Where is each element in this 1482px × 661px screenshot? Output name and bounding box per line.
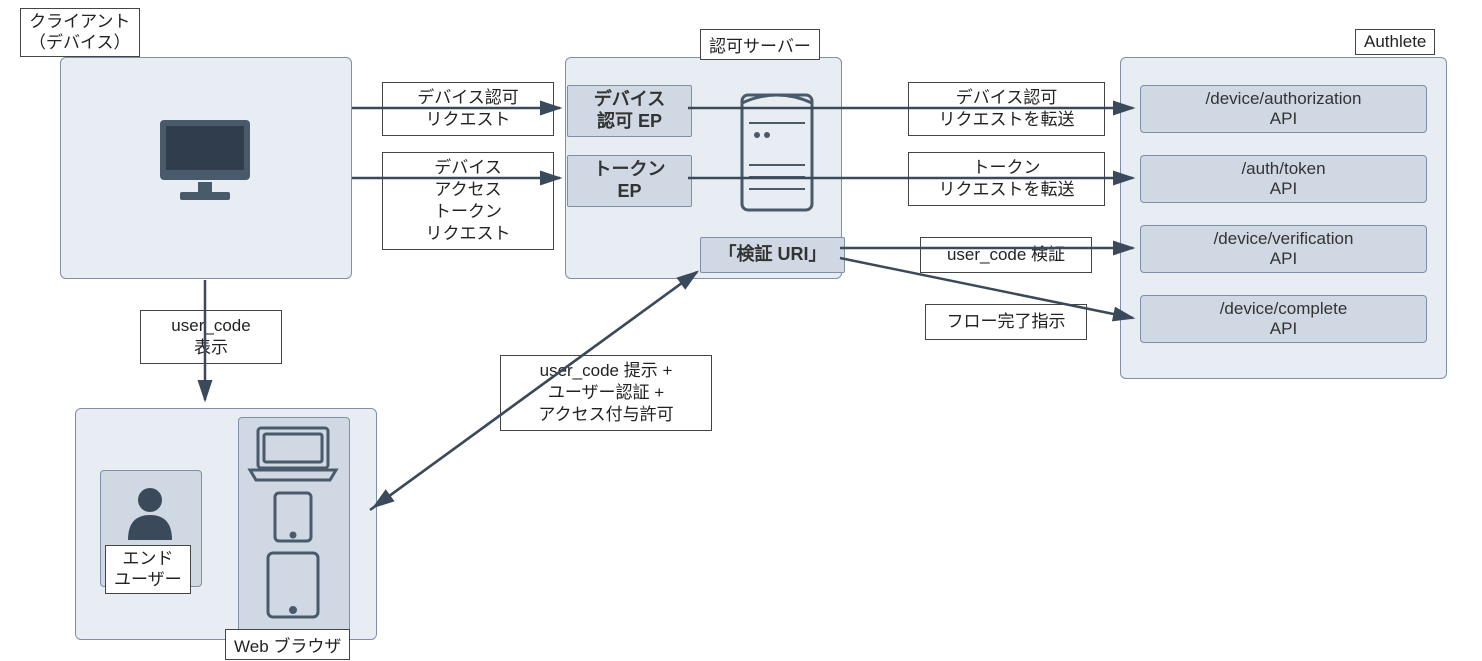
web-browser-inner [238, 417, 350, 634]
verification-uri-ep: 「検証 URI」 [700, 237, 845, 273]
token-ep: トークンEP [567, 155, 692, 207]
api-auth-token: /auth/tokenAPI [1140, 155, 1427, 203]
api-device-complete: /device/completeAPI [1140, 295, 1427, 343]
client-device-box [60, 57, 352, 279]
diagram-canvas: クライアント（デバイス） 認可サーバー デバイス認可 EP トークンEP 「検証… [0, 0, 1482, 661]
end-user-title: エンドユーザー [105, 545, 191, 594]
auth-server-title: 認可サーバー [700, 29, 820, 60]
api-device-verification: /device/verificationAPI [1140, 225, 1427, 273]
api-device-authorization: /device/authorizationAPI [1140, 85, 1427, 133]
device-auth-ep: デバイス認可 EP [567, 85, 692, 137]
label-user-code-present-auth: user_code 提示 +ユーザー認証 +アクセス付与許可 [500, 355, 712, 431]
web-browser-title: Web ブラウザ [225, 629, 350, 660]
label-user-code-display: user_code表示 [140, 310, 282, 364]
label-user-code-verification: user_code 検証 [920, 237, 1092, 273]
label-forward-token: トークンリクエストを転送 [908, 152, 1105, 206]
label-device-access-token-request: デバイスアクセストークンリクエスト [382, 152, 554, 250]
client-title: クライアント（デバイス） [20, 8, 140, 57]
label-device-auth-request: デバイス認可リクエスト [382, 82, 554, 136]
authlete-title: Authlete [1355, 29, 1435, 55]
label-flow-complete: フロー完了指示 [925, 304, 1087, 340]
label-forward-device-auth: デバイス認可リクエストを転送 [908, 82, 1105, 136]
